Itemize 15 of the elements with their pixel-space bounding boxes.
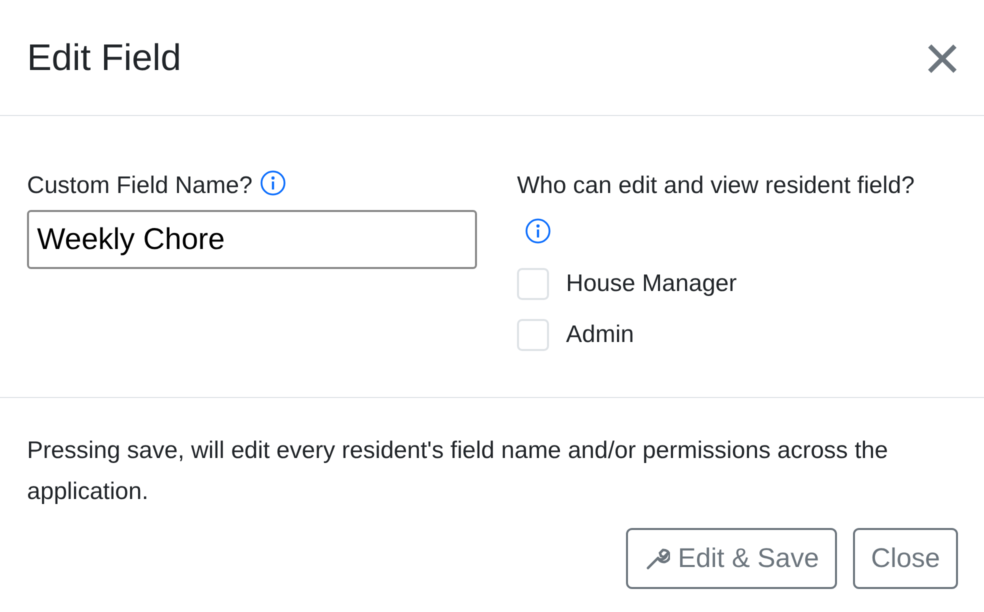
notice-text: Pressing save, will edit every resident's field name and/or permissions across the application.: [27, 436, 889, 507]
field-label: Custom Field Name?: [27, 172, 252, 199]
checkbox[interactable]: [517, 318, 549, 350]
close-button[interactable]: Close: [852, 528, 958, 589]
input-field[interactable]: Weekly Chore: [27, 210, 477, 269]
info-icon[interactable]: [525, 218, 551, 244]
field-label: Who can edit and view resident field?: [517, 172, 915, 199]
modal-title: Edit Field: [27, 36, 182, 80]
checkbox[interactable]: [517, 268, 549, 300]
wrench-icon: [644, 546, 670, 572]
checkbox-label: House Manager: [566, 268, 737, 298]
checkbox-label: Admin: [566, 320, 634, 350]
save-button[interactable]: Edit & Save: [626, 528, 837, 589]
close-button[interactable]: ×: [924, 26, 961, 90]
info-icon[interactable]: [260, 170, 286, 196]
